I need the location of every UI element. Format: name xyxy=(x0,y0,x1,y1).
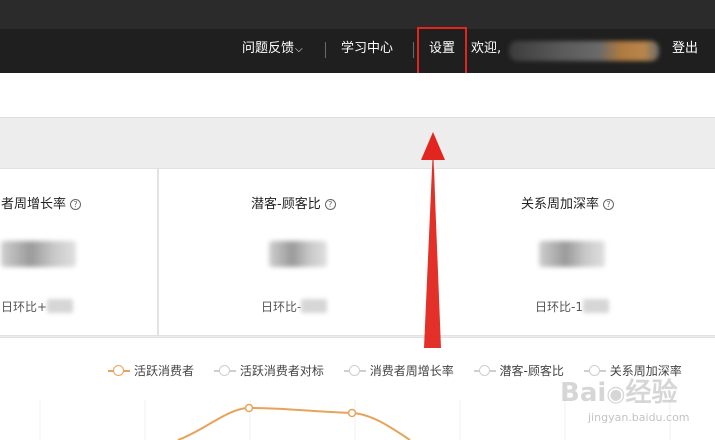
series-point xyxy=(244,403,254,413)
red-arrow-annotation xyxy=(421,132,445,348)
series-point xyxy=(347,408,357,418)
watermark-url: jingyan.baidu.com xyxy=(588,411,690,424)
watermark-logo: Bai◉经验 xyxy=(560,378,678,408)
series-line-active-consumers xyxy=(177,406,411,440)
